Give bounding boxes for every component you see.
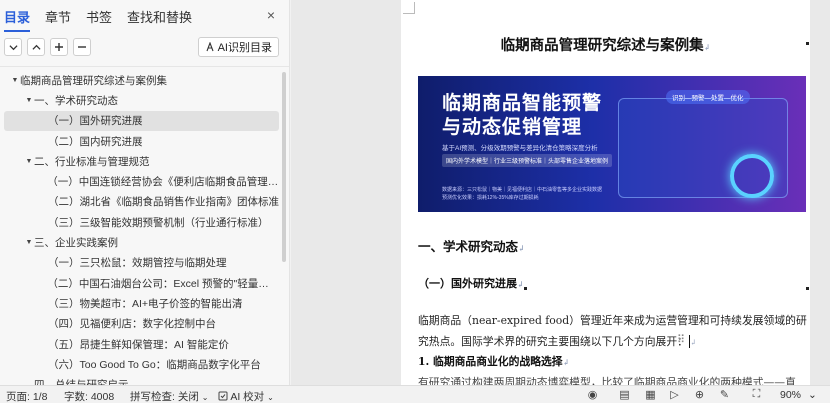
remove-heading-icon[interactable] — [73, 38, 91, 56]
status-bar: 页面: 1/8 字数: 4008 拼写检查: 关闭 ⌄ AI 校对 ⌄ ◉ ▤ … — [0, 385, 830, 403]
heading-2-text: （一）国外研究进展 — [418, 277, 517, 290]
spell-check-toggle[interactable]: 拼写检查: 关闭 ⌄ — [130, 389, 208, 403]
toc-item-label: （六）Too Good To Go：临期商品数字化平台 — [48, 358, 261, 371]
banner-footer-line1: 数据来源：三只松鼠｜物美｜见福便利店｜中石油零售等多企业实践数据 — [442, 187, 603, 193]
heading-1[interactable]: 一、学术研究动态↲ — [418, 236, 525, 255]
heading-3-text: 1. 临期商品商业化的战略选择 — [418, 355, 563, 368]
divider — [0, 66, 289, 67]
ai-check-icon — [218, 391, 228, 401]
banner-image[interactable]: 识别—预警—处置—优化 临期商品智能预警 与动态促销管理 基于AI预测、分级效期… — [418, 76, 806, 212]
ai-icon — [206, 42, 214, 52]
toc-item-label: （一）国外研究进展 — [48, 115, 143, 128]
banner-title: 临期商品智能预警 与动态促销管理 — [442, 92, 602, 140]
edit-pen-icon[interactable]: ✎ — [718, 388, 731, 401]
play-icon[interactable]: ▷ — [668, 388, 681, 401]
banner-chips: 国内外学术模型｜行业三级预警标准｜头部零售企业落地案例 — [442, 154, 613, 167]
toc-item[interactable]: （六）Too Good To Go：临期商品数字化平台 — [4, 354, 279, 374]
zoom-level[interactable]: 90% — [780, 389, 801, 401]
page-corner-mark — [403, 2, 415, 14]
document-title[interactable]: 临期商品管理研究综述与案例集↲ — [401, 34, 810, 55]
tab-bookmarks[interactable]: 书签 — [86, 5, 112, 26]
toc-item[interactable]: （四）见福便利店：数字化控制中台 — [4, 314, 279, 334]
toc-item-label: （一）中国连锁经营协会《便利店临期食品管理规范… — [47, 176, 279, 189]
toc-item[interactable]: ▼ 临期商品管理研究综述与案例集 — [4, 70, 279, 90]
toc-item[interactable]: （二）中国石油烟台公司：Excel 预警的"轻量化"实… — [4, 273, 279, 293]
toc-item[interactable]: （三）物美超市：AI+电子价签的智能出清 — [4, 293, 279, 313]
zoom-dropdown-icon[interactable]: ⌄ — [808, 389, 817, 401]
toc-item[interactable]: （二）湖北省《临期食品销售作业指南》团体标准 — [4, 192, 279, 212]
toc-item[interactable]: （二）国内研究进展 — [4, 131, 279, 151]
chevron-down-icon: ⌄ — [267, 393, 274, 402]
expand-triangle-icon[interactable]: ▼ — [24, 97, 34, 104]
ring-graphic — [730, 154, 774, 198]
close-icon[interactable]: × — [267, 7, 275, 23]
body-paragraph[interactable]: 临期商品（near-expired food）管理近年来成为运营管理和可持续发展… — [418, 310, 810, 353]
toc-item-label: 三、企业实践案例 — [34, 237, 118, 250]
toc-item[interactable]: ▼ 三、企业实践案例 — [4, 232, 279, 252]
word-count[interactable]: 字数: 4008 — [64, 389, 114, 403]
tab-toc[interactable]: 目录 — [4, 5, 31, 32]
toc-item-label: （三）三级智能效期预警机制（行业通行标准） — [48, 216, 269, 229]
nav-tabs: 目录 章节 书签 查找和替换 × — [0, 0, 289, 32]
banner-title-line1: 临期商品智能预警 — [442, 93, 603, 114]
toc-item[interactable]: （一）三只松鼠：效期管控与临期处理 — [4, 253, 279, 273]
banner-footer: 数据来源：三只松鼠｜物美｜见福便利店｜中石油零售等多企业实践数据 预测优化效果：… — [442, 186, 602, 202]
ai-check-button[interactable]: AI 校对 ⌄ — [218, 389, 274, 403]
add-heading-icon[interactable] — [50, 38, 68, 56]
tab-find-replace[interactable]: 查找和替换 — [127, 5, 192, 26]
toc-item-label: 临期商品管理研究综述与案例集 — [20, 74, 167, 87]
heading-1-text: 一、学术研究动态 — [418, 239, 519, 254]
expand-triangle-icon[interactable]: ▼ — [24, 239, 34, 246]
body-paragraph-text: 临期商品（near-expired food）管理近年来成为运营管理和可持续发展… — [418, 314, 807, 348]
toc-item-label: （四）见福便利店：数字化控制中台 — [48, 318, 216, 331]
chevron-down-icon: ⌄ — [201, 393, 209, 402]
toc-item-label: （二）湖北省《临期食品销售作业指南》团体标准 — [48, 196, 279, 209]
layout-view-icon[interactable]: ▦ — [644, 388, 657, 401]
expand-chevron-icon[interactable] — [27, 38, 45, 56]
collapse-chevron-icon[interactable] — [4, 38, 22, 56]
toc-scrollbar[interactable] — [282, 72, 286, 262]
page-view-icon[interactable]: ▤ — [618, 388, 631, 401]
toc-item-label: （一）三只松鼠：效期管控与临期处理 — [48, 257, 227, 270]
toc-item-label: 一、学术研究动态 — [34, 94, 118, 107]
expand-triangle-icon[interactable]: ▼ — [10, 77, 20, 84]
spell-check-label: 拼写检查: 关闭 — [130, 391, 199, 403]
toc-item-label: （二）国内研究进展 — [48, 135, 143, 148]
fit-page-icon[interactable]: ⛶ — [750, 388, 763, 401]
toc-item[interactable]: ▼ 一、学术研究动态 — [4, 90, 279, 110]
toc-item-label: 二、行业标准与管理规范 — [34, 155, 150, 168]
toc-item[interactable]: （三）三级智能效期预警机制（行业通行标准） — [4, 212, 279, 232]
toc-item-label: （二）中国石油烟台公司：Excel 预警的"轻量化"实… — [47, 277, 279, 290]
toc-item[interactable]: （一）中国连锁经营协会《便利店临期食品管理规范… — [4, 171, 279, 191]
ai-toc-button[interactable]: AI识别目录 — [197, 37, 279, 57]
document-title-text: 临期商品管理研究综述与案例集 — [500, 37, 704, 54]
body-paragraph-2[interactable]: 有研究通过构建两周期动态博弈模型，比较了临期商品商业化的两种模式——直 — [418, 374, 818, 385]
drag-handle-icon[interactable]: ⠿ — [677, 333, 685, 346]
heading-2[interactable]: （一）国外研究进展↲ — [418, 275, 524, 291]
document-area: 临期商品管理研究综述与案例集↲ 识别—预警—处置—优化 临期商品智能预警 与动态… — [291, 0, 830, 385]
navigation-pane: 目录 章节 书签 查找和替换 × AI识别目录 ▼ 临期商品管理研究综述与案例集 ▼… — [0, 0, 290, 391]
toc-toolbar: AI识别目录 — [4, 37, 279, 58]
toc-item[interactable]: ▼ 二、行业标准与管理规范 — [4, 151, 279, 171]
document-page[interactable]: 临期商品管理研究综述与案例集↲ 识别—预警—处置—优化 临期商品智能预警 与动态… — [401, 0, 810, 385]
format-mark — [524, 287, 527, 290]
format-mark — [806, 287, 809, 290]
banner-subtitle: 基于AI预测、分级效期预警与差异化清仓策略深度分析 — [442, 145, 598, 152]
toc-tree: ▼ 临期商品管理研究综述与案例集 ▼ 一、学术研究动态 （一）国外研究进展 （二）国内研究… — [4, 70, 279, 395]
toc-item-label: （五）昂捷生鲜知保管理：AI 智能定价 — [48, 338, 229, 351]
toc-item-label: （三）物美超市：AI+电子价签的智能出清 — [48, 297, 243, 310]
toc-item[interactable]: （一）国外研究进展 — [4, 110, 279, 131]
toc-item[interactable]: （五）昂捷生鲜知保管理：AI 智能定价 — [4, 334, 279, 354]
tab-chapters[interactable]: 章节 — [45, 5, 71, 26]
banner-flow-label: 识别—预警—处置—优化 — [666, 90, 750, 104]
expand-triangle-icon[interactable]: ▼ — [24, 158, 34, 165]
page-indicator[interactable]: 页面: 1/8 — [6, 389, 47, 403]
banner-title-line2: 与动态促销管理 — [442, 117, 583, 138]
ai-toc-label: AI识别目录 — [217, 42, 272, 54]
ai-check-label: AI 校对 — [230, 391, 265, 403]
heading-3[interactable]: 1. 临期商品商业化的战略选择↲ — [418, 353, 569, 369]
banner-footer-line2: 预测优化效果：损耗12%-35%库存过期损耗 — [442, 195, 539, 201]
web-view-icon[interactable]: ⊕ — [693, 388, 706, 401]
eye-icon[interactable]: ◉ — [586, 388, 599, 401]
